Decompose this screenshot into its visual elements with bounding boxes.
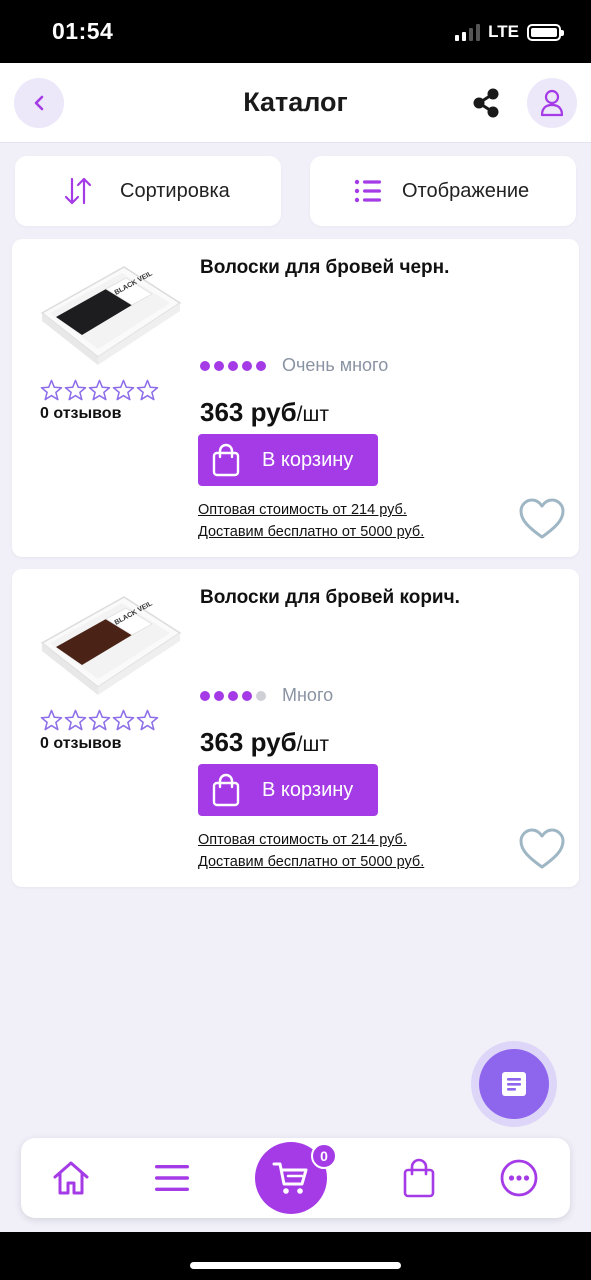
- share-icon: [473, 88, 499, 118]
- home-icon: [53, 1161, 89, 1195]
- product-image[interactable]: BLACK VEIL: [36, 253, 186, 373]
- star-icon: [40, 379, 63, 401]
- availability-dot: [200, 360, 210, 371]
- status-indicators: LTE: [455, 22, 564, 42]
- star-icon: [136, 379, 159, 401]
- shopping-bag-icon: [198, 773, 254, 807]
- star-icon: [40, 709, 63, 731]
- view-mode-button[interactable]: Отображение: [310, 156, 576, 226]
- sort-icon: [58, 171, 98, 211]
- star-icon: [64, 709, 87, 731]
- product-image[interactable]: BLACK VEIL: [36, 583, 186, 703]
- cart-icon: [272, 1162, 308, 1194]
- star-icon: [88, 709, 111, 731]
- add-to-cart-button[interactable]: В корзину: [198, 434, 378, 486]
- product-price: 363 руб/шт: [200, 397, 329, 428]
- availability-dot: [242, 360, 252, 371]
- star-icon: [136, 709, 159, 731]
- availability-dots: [200, 360, 266, 371]
- availability-dot: [242, 690, 252, 701]
- sort-button[interactable]: Сортировка: [15, 156, 281, 226]
- status-bar: 01:54 LTE: [0, 0, 591, 63]
- nav-more[interactable]: [497, 1156, 541, 1200]
- star-icon: [112, 379, 135, 401]
- sort-label: Сортировка: [120, 179, 230, 202]
- star-icon: [112, 709, 135, 731]
- availability-label: Много: [282, 685, 334, 705]
- cart-count-badge: 0: [311, 1143, 337, 1169]
- availability: Много: [200, 685, 333, 706]
- availability: Очень много: [200, 355, 388, 376]
- notes-fab-button[interactable]: [471, 1041, 557, 1127]
- document-icon: [502, 1072, 526, 1096]
- shopping-bag-icon: [198, 443, 254, 477]
- availability-dots: [200, 690, 266, 701]
- nav-menu[interactable]: [150, 1156, 194, 1200]
- wholesale-link[interactable]: Оптовая стоимость от 214 руб.: [198, 502, 407, 518]
- shopping-bag-icon: [403, 1158, 435, 1198]
- heart-icon[interactable]: [518, 827, 566, 871]
- heart-icon[interactable]: [518, 497, 566, 541]
- star-icon: [64, 379, 87, 401]
- availability-dot: [214, 690, 224, 701]
- availability-dot: [228, 690, 238, 701]
- menu-icon: [155, 1165, 189, 1191]
- nav-orders[interactable]: [397, 1156, 441, 1200]
- price-value: 363 руб: [200, 397, 297, 427]
- price-unit: /шт: [296, 733, 329, 756]
- wholesale-link[interactable]: Оптовая стоимость от 214 руб.: [198, 832, 407, 848]
- price-unit: /шт: [296, 403, 329, 426]
- availability-label: Очень много: [282, 355, 389, 375]
- network-type: LTE: [488, 22, 519, 41]
- product-title[interactable]: Волоски для бровей корич.: [200, 587, 560, 609]
- availability-dot: [256, 360, 266, 371]
- reviews-count[interactable]: 0 отзывов: [40, 735, 121, 753]
- product-card[interactable]: BLACK VEIL 0 отзывов Волоски для бровей …: [12, 569, 579, 887]
- availability-dot: [214, 360, 224, 371]
- star-icon: [88, 379, 111, 401]
- bottom-nav: 0: [21, 1138, 570, 1218]
- share-button[interactable]: [468, 85, 504, 121]
- more-icon: [500, 1159, 538, 1197]
- product-price: 363 руб/шт: [200, 727, 329, 758]
- profile-button[interactable]: [527, 78, 577, 128]
- rating-stars: [40, 709, 159, 731]
- rating-stars: [40, 379, 159, 401]
- reviews-count[interactable]: 0 отзывов: [40, 405, 121, 423]
- view-mode-label: Отображение: [402, 179, 530, 202]
- delivery-link[interactable]: Доставим бесплатно от 5000 руб.: [198, 524, 424, 540]
- user-icon: [540, 89, 564, 117]
- signal-icon: [455, 23, 481, 41]
- home-indicator[interactable]: [190, 1262, 401, 1269]
- availability-dot: [200, 690, 210, 701]
- battery-icon: [527, 23, 564, 41]
- add-to-cart-label: В корзину: [262, 448, 354, 471]
- product-title[interactable]: Волоски для бровей черн.: [200, 257, 560, 279]
- list-icon: [348, 171, 388, 211]
- nav-home[interactable]: [49, 1156, 93, 1200]
- price-value: 363 руб: [200, 727, 297, 757]
- availability-dot: [256, 690, 266, 701]
- availability-dot: [228, 360, 238, 371]
- add-to-cart-label: В корзину: [262, 778, 354, 801]
- app-header: Каталог: [0, 63, 591, 143]
- product-card[interactable]: BLACK VEIL 0 отзывов Волоски для бровей …: [12, 239, 579, 557]
- delivery-link[interactable]: Доставим бесплатно от 5000 руб.: [198, 854, 424, 870]
- home-indicator-area: [0, 1232, 591, 1280]
- status-time: 01:54: [52, 18, 114, 44]
- add-to-cart-button[interactable]: В корзину: [198, 764, 378, 816]
